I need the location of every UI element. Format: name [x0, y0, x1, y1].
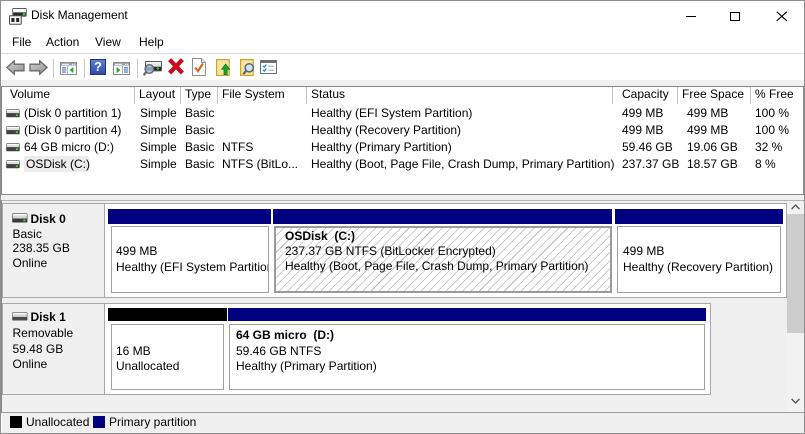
svg-text:?: ? [94, 60, 102, 74]
